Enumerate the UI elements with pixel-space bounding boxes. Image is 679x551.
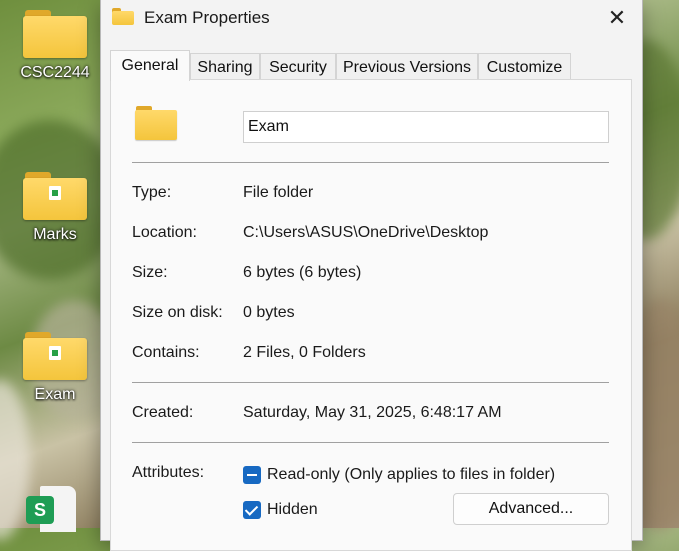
desktop-folder-exam[interactable]: Exam: [15, 332, 95, 404]
size-value: 6 bytes (6 bytes): [243, 264, 362, 281]
folder-icon: [135, 106, 177, 140]
location-label: Location:: [132, 224, 197, 241]
contains-value: 2 Files, 0 Folders: [243, 344, 366, 361]
title-bar[interactable]: Exam Properties ✕: [101, 0, 642, 38]
spreadsheet-icon: S: [26, 496, 54, 524]
divider: [132, 442, 609, 443]
divider: [132, 382, 609, 383]
desktop-icon-label: Marks: [33, 226, 77, 243]
tab-customize[interactable]: Customize: [478, 53, 571, 79]
desktop-icon-label: CSC2244: [20, 64, 90, 81]
advanced-button[interactable]: Advanced...: [453, 493, 609, 525]
desktop-folder-csc2244[interactable]: CSC2244: [15, 10, 95, 82]
divider: [132, 162, 609, 163]
folder-name-input[interactable]: [243, 111, 609, 143]
size-on-disk-label: Size on disk:: [132, 304, 223, 321]
folder-icon: [23, 172, 87, 220]
general-panel: Type: File folder Location: C:\Users\ASU…: [110, 79, 632, 551]
close-button[interactable]: ✕: [604, 6, 630, 32]
folder-icon: [23, 332, 87, 380]
hidden-checkbox[interactable]: [243, 501, 261, 519]
contains-label: Contains:: [132, 344, 200, 361]
hidden-label[interactable]: Hidden: [267, 501, 318, 519]
desktop-icon-label: Exam: [34, 386, 76, 403]
tab-previous-versions[interactable]: Previous Versions: [336, 53, 478, 79]
folder-icon: [112, 8, 134, 25]
type-value: File folder: [243, 184, 314, 201]
properties-dialog: Exam Properties ✕ General Sharing Securi…: [100, 0, 643, 551]
tab-general[interactable]: General: [110, 50, 190, 81]
tab-security[interactable]: Security: [260, 53, 336, 79]
desktop-spreadsheet-file[interactable]: S: [26, 486, 76, 532]
dialog-title: Exam Properties: [144, 8, 270, 27]
desktop-folder-marks[interactable]: Marks: [15, 172, 95, 244]
tab-sharing[interactable]: Sharing: [190, 53, 260, 79]
folder-icon: [23, 10, 87, 58]
created-value: Saturday, May 31, 2025, 6:48:17 AM: [243, 404, 502, 421]
type-label: Type:: [132, 184, 172, 201]
size-on-disk-value: 0 bytes: [243, 304, 295, 321]
location-value: C:\Users\ASUS\OneDrive\Desktop: [243, 224, 489, 241]
attributes-label: Attributes:: [132, 464, 205, 481]
readonly-label[interactable]: Read-only (Only applies to files in fold…: [267, 466, 555, 484]
readonly-checkbox[interactable]: [243, 466, 261, 484]
size-label: Size:: [132, 264, 168, 281]
created-label: Created:: [132, 404, 194, 421]
